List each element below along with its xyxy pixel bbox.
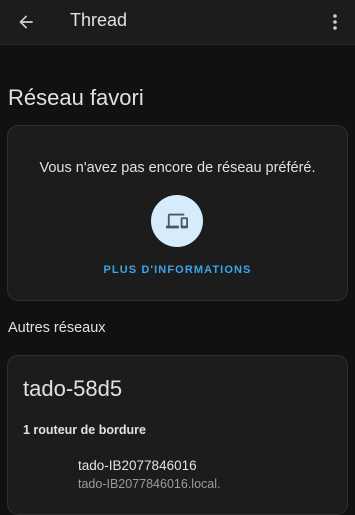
border-router-count: 1 routeur de bordure — [23, 423, 146, 437]
border-router-item[interactable]: tado-IB2077846016 tado-IB2077846016.loca… — [78, 458, 338, 492]
overflow-menu-button[interactable] — [325, 6, 345, 38]
preferred-network-heading: Réseau favori — [8, 85, 144, 110]
app-bar: Thread — [0, 0, 355, 45]
border-router-host: tado-IB2077846016.local. — [78, 477, 221, 491]
no-preferred-network-message: Vous n'avez pas encore de réseau préféré… — [39, 160, 316, 176]
thread-devices-icon — [166, 213, 188, 229]
other-networks-heading: Autres réseaux — [8, 320, 106, 336]
more-vertical-icon — [333, 14, 337, 30]
arrow-left-icon — [19, 15, 33, 29]
back-button[interactable] — [10, 6, 42, 38]
network-card: tado-58d5 1 routeur de bordure tado-IB20… — [7, 355, 348, 515]
page-title: Thread — [70, 10, 128, 30]
network-name: tado-58d5 — [23, 376, 123, 401]
thread-icon-badge — [151, 195, 203, 247]
preferred-network-card: Vous n'avez pas encore de réseau préféré… — [7, 125, 348, 301]
more-info-link[interactable]: PLUS D'INFORMATIONS — [8, 263, 347, 277]
border-router-name: tado-IB2077846016 — [78, 458, 197, 473]
